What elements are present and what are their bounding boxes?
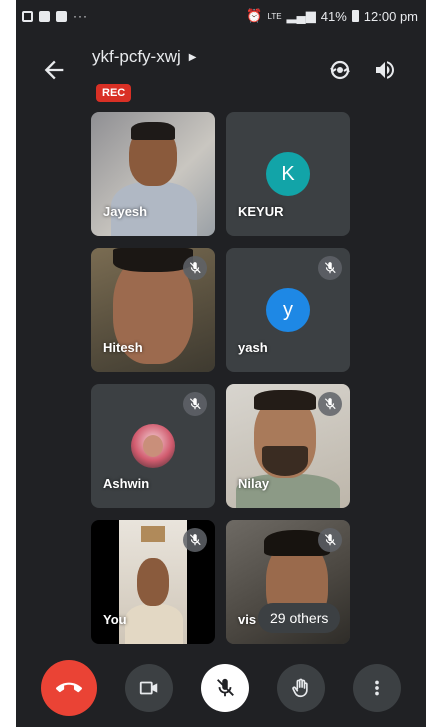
self-view-tile[interactable]: You <box>91 520 215 644</box>
mic-off-icon <box>324 534 336 546</box>
chevron-right-icon: ▶ <box>188 51 197 63</box>
self-video <box>119 520 187 644</box>
participant-name: vis <box>238 612 257 627</box>
mic-off-icon <box>189 398 201 410</box>
audio-output-button[interactable] <box>371 56 399 84</box>
participant-name: KEYUR <box>238 204 284 219</box>
participant-tile[interactable]: Ashwin <box>91 384 215 508</box>
participant-tile[interactable]: K KEYUR <box>226 112 350 236</box>
muted-indicator <box>318 256 342 280</box>
status-bar: ··· ⏰ LTE ▂▄▆ 41% 12:00 pm <box>16 0 426 34</box>
participant-name: Jayesh <box>103 204 148 219</box>
meeting-code[interactable]: ykf-pcfy-xwj ▶ <box>92 47 196 67</box>
battery-percent: 41% <box>320 8 347 24</box>
meet-screen: ··· ⏰ LTE ▂▄▆ 41% 12:00 pm ykf-pcfy-xwj … <box>16 0 426 727</box>
signal-icon: ▂▄▆ <box>286 8 316 23</box>
more-vert-icon <box>375 680 379 696</box>
toggle-video-button[interactable] <box>125 664 173 712</box>
muted-indicator <box>183 392 207 416</box>
speaker-icon <box>376 61 394 79</box>
switch-camera-icon <box>330 60 350 80</box>
avatar <box>131 424 175 468</box>
switch-camera-button[interactable] <box>326 56 354 84</box>
avatar: K <box>266 152 310 196</box>
battery-icon <box>351 10 359 22</box>
back-button[interactable] <box>40 56 68 84</box>
muted-indicator <box>318 392 342 416</box>
mic-off-icon <box>324 398 336 410</box>
more-notifications: ··· <box>73 9 88 23</box>
clock: 12:00 pm <box>363 8 418 24</box>
video-camera-icon <box>139 681 158 695</box>
call-end-icon <box>56 682 82 693</box>
mic-off-icon <box>189 534 201 546</box>
raise-hand-button[interactable] <box>277 664 325 712</box>
participant-name: yash <box>238 340 268 355</box>
recording-badge: REC <box>96 84 132 102</box>
participant-tile[interactable]: y yash <box>226 248 350 372</box>
participant-tile[interactable]: Nilay <box>226 384 350 508</box>
others-chip[interactable]: 29 others <box>258 603 341 633</box>
message-icon <box>56 10 67 22</box>
end-call-button[interactable] <box>41 660 97 716</box>
participant-tile[interactable]: Hitesh <box>91 248 215 372</box>
avatar: y <box>266 288 310 332</box>
mic-off-icon <box>324 262 336 274</box>
participant-name: Nilay <box>238 476 270 491</box>
more-options-button[interactable] <box>353 664 401 712</box>
meeting-code-text: ykf-pcfy-xwj <box>92 47 181 66</box>
photo-icon <box>39 10 50 22</box>
arrow-back-icon <box>44 60 64 80</box>
muted-indicator <box>183 256 207 280</box>
participant-tile[interactable]: Jayesh <box>91 112 215 236</box>
toggle-mic-button[interactable] <box>201 664 249 712</box>
participant-name: Ashwin <box>103 476 150 491</box>
muted-indicator <box>183 528 207 552</box>
signal-text: LTE <box>267 11 282 21</box>
muted-indicator <box>318 528 342 552</box>
alarm-icon: ⏰ <box>246 8 263 23</box>
participant-name: Hitesh <box>103 340 143 355</box>
raise-hand-icon <box>292 678 308 698</box>
mic-off-icon <box>217 678 234 697</box>
screenshot-icon <box>22 10 33 22</box>
participant-name: You <box>103 612 127 627</box>
mic-off-icon <box>189 262 201 274</box>
